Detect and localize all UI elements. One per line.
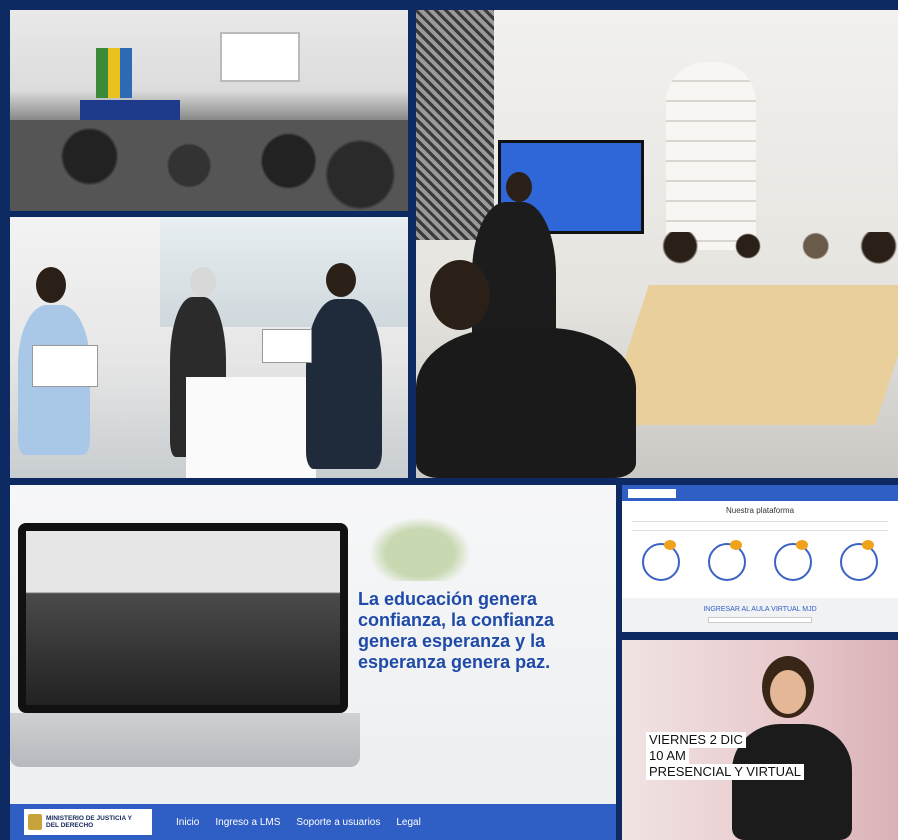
quote-line: confianza, la confianza <box>358 610 555 630</box>
person-body <box>416 328 636 478</box>
caption-time: 10 AM <box>646 748 689 764</box>
aula-virtual-link[interactable]: INGRESAR AL AULA VIRTUAL MJD <box>622 606 898 613</box>
stat-circle <box>840 540 878 581</box>
laptop-photo <box>26 531 340 705</box>
education-quote: La educación genera confianza, la confia… <box>358 589 616 673</box>
quote-line: genera esperanza y la <box>358 631 546 651</box>
table <box>186 377 316 478</box>
nav-ingreso-lms[interactable]: Ingreso a LMS <box>215 817 280 828</box>
person-head <box>430 260 490 330</box>
certificate <box>262 329 312 363</box>
platform-stats <box>622 540 898 581</box>
platform-description <box>632 521 888 531</box>
speaker-face <box>770 670 806 714</box>
platform-title: Nuestra plataforma <box>725 506 795 515</box>
wall-shelves <box>666 62 756 250</box>
projector-screen <box>220 32 300 82</box>
platform-navbar <box>622 485 898 501</box>
stat-badge <box>796 540 808 550</box>
decorative-mural <box>416 10 494 240</box>
caption-day: VIERNES 2 DIC <box>646 732 746 748</box>
photo-meeting-room <box>416 10 898 478</box>
platform-logo <box>628 488 676 498</box>
ministry-logo[interactable]: MINISTERIO DE JUSTICIA Y DEL DERECHO <box>24 809 152 835</box>
aula-virtual-band: INGRESAR AL AULA VIRTUAL MJD <box>622 598 898 632</box>
logo-line: DEL DERECHO <box>46 822 94 829</box>
person-head <box>506 172 532 202</box>
nav-legal[interactable]: Legal <box>396 817 420 828</box>
caption-mode: PRESENCIAL Y VIRTUAL <box>646 764 804 780</box>
audience <box>10 120 408 211</box>
aula-virtual-input[interactable] <box>708 617 812 623</box>
site-navbar: MINISTERIO DE JUSTICIA Y DEL DERECHO Ini… <box>10 804 616 840</box>
laptop-screen <box>18 523 348 713</box>
laptop-keyboard <box>10 713 360 767</box>
stat-badge <box>730 540 742 550</box>
stat-circle <box>774 540 812 581</box>
nav-inicio[interactable]: Inicio <box>176 817 199 828</box>
person-body <box>306 299 382 469</box>
quote-line: La educación genera <box>358 589 538 609</box>
logo-line: MINISTERIO DE JUSTICIA Y <box>46 815 132 822</box>
nav-soporte-usuarios[interactable]: Soporte a usuarios <box>296 817 380 828</box>
coat-of-arms-icon <box>28 814 42 830</box>
platform-page-screenshot: Nuestra plataforma INGRESAR AL AULA VIRT… <box>622 485 898 632</box>
certificate <box>32 345 98 387</box>
quote-line: esperanza genera paz. <box>358 652 551 672</box>
speaker-body <box>732 724 852 840</box>
photo-auditorium-event <box>10 10 408 211</box>
flags <box>96 48 132 98</box>
stat-circle <box>642 540 680 581</box>
stat-circle <box>708 540 746 581</box>
stat-badge <box>664 540 676 550</box>
photo-certificate-ceremony <box>10 217 408 478</box>
conference-table <box>603 285 898 425</box>
stat-badge <box>862 540 874 550</box>
person-head <box>326 263 356 297</box>
banner-education-quote: La educación genera confianza, la confia… <box>10 485 616 840</box>
plant <box>360 511 480 581</box>
video-invitation: VIERNES 2 DIC 10 AM PRESENCIAL Y VIRTUAL <box>622 640 898 840</box>
person-head <box>190 267 216 297</box>
participants <box>656 232 898 302</box>
person-head <box>36 267 66 303</box>
